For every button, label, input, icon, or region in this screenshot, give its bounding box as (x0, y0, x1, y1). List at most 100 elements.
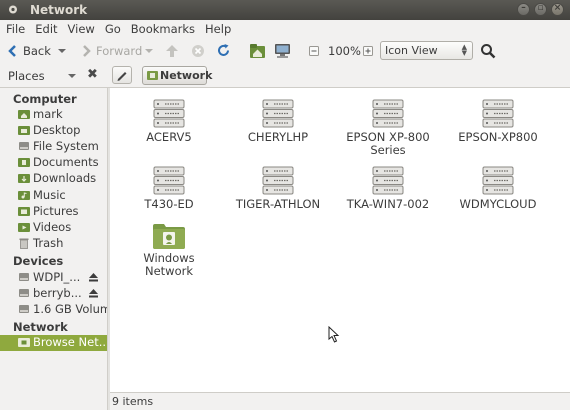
sidebar-item-pictures[interactable]: Pictures (0, 204, 107, 220)
network-server-icon (482, 99, 514, 128)
file-item-tka-win7-002[interactable]: TKA-WIN7-002 (338, 166, 438, 211)
sidebar-item-documents[interactable]: Documents (0, 155, 107, 171)
search-button[interactable] (480, 38, 496, 63)
forward-button[interactable]: Forward (81, 38, 142, 63)
sidebar: Computer mark Desktop File System Docume… (0, 88, 118, 410)
file-item-wdmycloud[interactable]: WDMYCLOUD (448, 166, 548, 211)
file-item-epson-xp-800-series[interactable]: EPSON XP-800 Series (338, 99, 438, 157)
close-sidebar-icon[interactable]: ✖ (87, 67, 98, 82)
zoom-out-button[interactable] (309, 38, 319, 63)
zoom-level-label: 100% (328, 43, 361, 58)
network-folder-icon (153, 224, 185, 249)
file-name: TIGER-ATHLON (235, 197, 321, 211)
computer-button[interactable] (274, 38, 291, 63)
view-mode-value: Icon View (385, 44, 438, 57)
maximize-button[interactable]: ▫ (534, 3, 547, 16)
sidebar-item-label: Browse Net... (33, 335, 110, 349)
drive-icon (19, 273, 29, 281)
file-name: WDMYCLOUD (459, 197, 537, 211)
eject-icon[interactable] (88, 288, 99, 299)
drive-icon (19, 142, 29, 150)
trash-icon (19, 238, 29, 249)
home-folder-icon (18, 110, 30, 119)
sidebar-item-label: berryb... (33, 286, 82, 300)
network-folder-icon (18, 338, 30, 347)
status-bar: 9 items (110, 392, 570, 410)
sidebar-item-videos[interactable]: Videos (0, 220, 107, 236)
network-server-icon (153, 166, 185, 195)
menu-file[interactable]: File (0, 20, 30, 38)
minimize-button[interactable]: – (517, 3, 530, 16)
file-item-epson-xp800[interactable]: EPSON-XP800 (448, 99, 548, 144)
chevron-down-icon[interactable] (68, 74, 76, 78)
network-server-icon (153, 99, 185, 128)
sidebar-item-label: 1.6 GB Volume (33, 302, 119, 316)
sidebar-mode-label[interactable]: Places (8, 69, 45, 83)
minimize-icon: – (521, 3, 526, 13)
file-item-tiger-athlon[interactable]: TIGER-ATHLON (228, 166, 328, 211)
edit-location-button[interactable] (112, 66, 132, 84)
reload-button[interactable] (216, 38, 231, 63)
file-name: ACERV5 (146, 130, 192, 144)
desktop-folder-icon (18, 126, 30, 135)
network-server-icon (482, 166, 514, 195)
network-server-icon (372, 99, 404, 128)
maximize-icon: ▫ (537, 3, 544, 13)
file-view[interactable]: ACERV5 CHERYLHP EPSON XP-800 Series EPSO… (110, 88, 570, 392)
up-arrow-icon (166, 44, 178, 57)
sidebar-item-desktop[interactable]: Desktop (0, 123, 107, 139)
title-bar[interactable]: Network – ▫ × (0, 0, 570, 20)
view-mode-select[interactable]: Icon View ▲ ▼ (380, 41, 473, 60)
sidebar-item-label: mark (33, 107, 63, 121)
stop-button[interactable] (191, 38, 205, 63)
app-menu-icon[interactable] (8, 4, 18, 15)
back-arrow-icon (8, 44, 16, 57)
toolbar: Back Forward 100% (0, 38, 570, 63)
close-icon: × (553, 3, 562, 13)
file-item-windows-network[interactable]: Windows Network (119, 222, 219, 278)
home-button[interactable] (249, 38, 266, 63)
sidebar-item-device-volume[interactable]: 1.6 GB Volume (0, 302, 118, 318)
breadcrumb-network[interactable]: Network (142, 66, 212, 85)
file-name: CHERYLHP (247, 130, 309, 144)
back-label: Back (23, 43, 51, 58)
music-folder-icon (18, 191, 30, 200)
network-folder-icon (147, 71, 158, 80)
sidebar-item-trash[interactable]: Trash (0, 236, 107, 252)
reload-icon (218, 44, 229, 56)
forward-arrow-icon (83, 44, 91, 57)
zoom-in-button[interactable] (363, 38, 373, 63)
menu-bar: File Edit View Go Bookmarks Help (0, 20, 570, 38)
close-button[interactable]: × (551, 3, 564, 16)
sidebar-item-mark[interactable]: mark (0, 107, 107, 123)
forward-label: Forward (96, 43, 143, 58)
file-manager-window: Network – ▫ × File Edit View Go Bookmark… (0, 0, 570, 410)
chevron-down-icon (58, 48, 66, 53)
sidebar-item-downloads[interactable]: Downloads (0, 171, 107, 187)
menu-go[interactable]: Go (100, 20, 126, 38)
file-item-acerv5[interactable]: ACERV5 (119, 99, 219, 144)
file-item-cherylhp[interactable]: CHERYLHP (228, 99, 328, 144)
menu-help[interactable]: Help (200, 20, 236, 38)
file-name: EPSON XP-800 Series (346, 130, 430, 157)
sidebar-item-label: Desktop (33, 123, 81, 137)
eject-icon[interactable] (88, 272, 99, 283)
up-button[interactable] (165, 38, 179, 63)
menu-bookmarks[interactable]: Bookmarks (126, 20, 200, 38)
sidebar-item-device-berryb[interactable]: berryb... (0, 286, 107, 302)
sidebar-item-music[interactable]: Music (0, 188, 107, 204)
menu-view[interactable]: View (63, 20, 100, 38)
sidebar-item-file-system[interactable]: File System (0, 139, 107, 155)
sidebar-item-browse-network[interactable]: Browse Net... (0, 335, 110, 351)
back-button[interactable]: Back (8, 38, 51, 63)
sidebar-item-label: File System (33, 139, 99, 153)
file-item-t430-ed[interactable]: T430-ED (119, 166, 219, 211)
sidebar-item-device-wdpi[interactable]: WDPI_... (0, 270, 107, 286)
back-history-dropdown[interactable] (58, 38, 66, 63)
menu-edit[interactable]: Edit (30, 20, 62, 38)
sidebar-item-label: Videos (33, 220, 72, 234)
updown-arrows-icon: ▲ ▼ (461, 43, 467, 57)
forward-history-dropdown[interactable] (145, 38, 153, 63)
network-server-icon (262, 166, 294, 195)
chevron-down-icon (145, 48, 153, 53)
